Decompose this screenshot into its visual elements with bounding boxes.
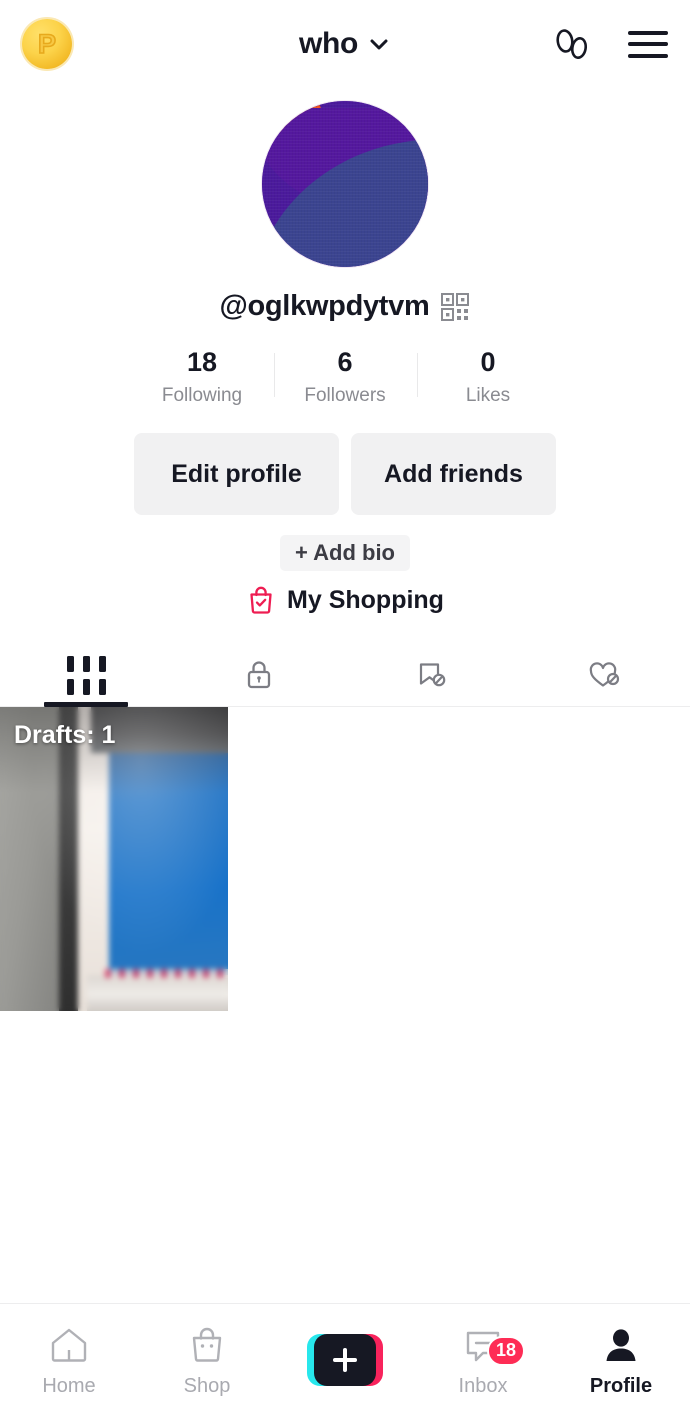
- nav-profile[interactable]: Profile: [552, 1304, 690, 1415]
- create-core: [314, 1333, 376, 1386]
- nav-label: Shop: [183, 1374, 231, 1397]
- tab-private[interactable]: [173, 644, 346, 706]
- avatar[interactable]: [261, 100, 429, 268]
- stat-label: Following: [161, 385, 243, 407]
- my-shopping-label: My Shopping: [287, 585, 444, 614]
- footprints-icon[interactable]: [550, 22, 594, 66]
- inbox-badge: 18: [487, 1335, 526, 1366]
- tiktok-profile-screen: P who @oglkwpdytvm 18 Following 6 Follow…: [0, 0, 690, 1415]
- stats-row: 18 Following 6 Followers 0 Likes: [0, 347, 690, 407]
- edit-profile-button[interactable]: Edit profile: [134, 433, 339, 516]
- coin-p-icon[interactable]: P: [22, 19, 72, 69]
- stat-following[interactable]: 18 Following: [131, 347, 274, 407]
- plus-create-icon[interactable]: [307, 1333, 383, 1386]
- nav-label: Profile: [589, 1374, 653, 1397]
- avatar-texture: [262, 101, 428, 267]
- heart-slash-icon: [589, 662, 619, 687]
- username-row: @oglkwpdytvm: [0, 290, 690, 323]
- stat-value: 0: [480, 347, 496, 377]
- add-friends-button[interactable]: Add friends: [351, 433, 556, 516]
- nav-label: Inbox: [458, 1374, 508, 1397]
- top-header: P who: [0, 0, 690, 88]
- username: @oglkwpdytvm: [219, 290, 430, 322]
- home-icon: [51, 1328, 87, 1362]
- nav-label: Home: [42, 1374, 96, 1397]
- bio-row: + Add bio: [0, 535, 690, 572]
- bookmark-slash-icon: [420, 663, 446, 687]
- stat-likes[interactable]: 0 Likes: [416, 347, 560, 407]
- nav-inbox[interactable]: 18 Inbox: [414, 1304, 552, 1415]
- add-bio-button[interactable]: + Add bio: [279, 535, 410, 572]
- home-icon-wrap: [46, 1322, 92, 1368]
- chevron-down-icon[interactable]: [367, 32, 391, 56]
- stat-label: Likes: [465, 385, 511, 407]
- tab-posts[interactable]: [0, 644, 173, 706]
- profile-icon-wrap: [598, 1322, 644, 1368]
- my-shopping-row[interactable]: My Shopping: [0, 585, 690, 615]
- video-grid: Drafts: 1: [0, 707, 690, 1303]
- nav-create[interactable]: [276, 1304, 414, 1415]
- nav-home[interactable]: Home: [0, 1304, 138, 1415]
- shop-bag-icon: [192, 1327, 222, 1362]
- profile-tabs: [0, 644, 690, 708]
- plus-vertical: [343, 1347, 347, 1372]
- coin-letter: P: [37, 28, 57, 59]
- bottom-navigation: Home Shop 18 Inbox Profile: [0, 1303, 690, 1415]
- stat-label: Followers: [304, 385, 386, 407]
- shop-icon-wrap: [184, 1322, 230, 1368]
- profile-actions: Edit profile Add friends: [0, 433, 690, 516]
- lock-icon: [247, 661, 270, 689]
- stat-followers[interactable]: 6 Followers: [273, 347, 417, 407]
- shopping-bag-check-icon: [250, 586, 272, 614]
- tab-reposts[interactable]: [345, 644, 518, 706]
- stat-value: 6: [337, 347, 353, 377]
- profile-section: @oglkwpdytvm 18 Following 6 Followers 0 …: [0, 88, 690, 708]
- avatar-container: [0, 100, 690, 268]
- page-title: who: [298, 27, 359, 60]
- draft-thumbnail[interactable]: Drafts: 1: [0, 707, 228, 1012]
- inbox-icon-wrap: 18: [460, 1322, 526, 1368]
- header-actions: [550, 22, 668, 66]
- tab-liked[interactable]: [518, 644, 690, 706]
- nav-shop[interactable]: Shop: [138, 1304, 276, 1415]
- thumb-blur: [0, 707, 228, 1012]
- person-icon: [606, 1328, 636, 1361]
- qr-code-icon[interactable]: [440, 292, 470, 322]
- grid-icon: [66, 655, 106, 695]
- hamburger-menu-icon[interactable]: [628, 30, 668, 58]
- drafts-label: Drafts: 1: [14, 721, 116, 750]
- stat-value: 18: [186, 347, 218, 377]
